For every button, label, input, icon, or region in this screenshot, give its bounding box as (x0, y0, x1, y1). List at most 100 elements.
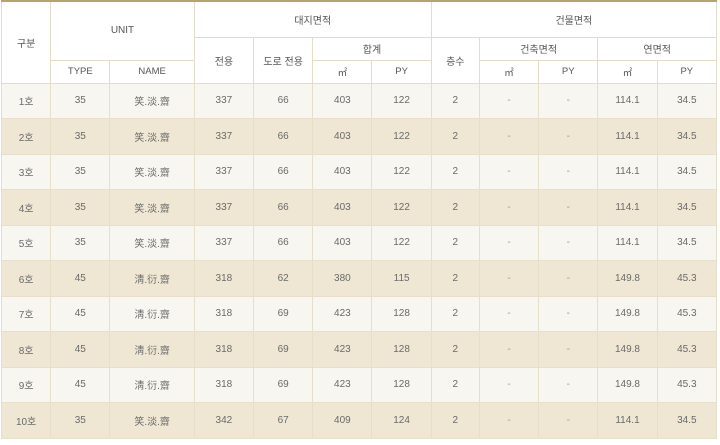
cell-total-py: 122 (371, 189, 432, 226)
header-exclusive: 전용 (193, 36, 255, 84)
cell-total-py: 128 (371, 295, 432, 332)
header-gubun: 구분 (0, 0, 52, 84)
cell-total-sqm: 403 (312, 189, 373, 226)
cell-floors: 2 (430, 402, 480, 439)
header-total-sqm: ㎡ (312, 59, 373, 84)
cell-total-sqm: 423 (312, 295, 373, 332)
cell-exclusive: 318 (193, 331, 255, 368)
area-table-container: 구분 UNIT 대지면적 건물면적 전용 도로 전용 합계 층수 건축면적 연면… (0, 0, 718, 445)
cell-name: 淸.衍.齋 (109, 366, 195, 403)
header-floor-py: PY (656, 59, 718, 84)
cell-building-py: - (538, 189, 599, 226)
cell-type: 45 (50, 366, 111, 403)
cell-total-py: 122 (371, 224, 432, 261)
cell-floor-py: 45.3 (656, 295, 718, 332)
cell-road: 69 (253, 331, 314, 368)
cell-floor-py: 34.5 (656, 118, 718, 155)
cell-type: 45 (50, 260, 111, 297)
cell-building-py: - (538, 331, 599, 368)
cell-building-sqm: - (478, 153, 540, 190)
table-row: 5호 35 笑.淡.齋 337 66 403 122 2 - - 114.1 3… (0, 224, 718, 261)
cell-floor-py: 34.5 (656, 224, 718, 261)
cell-floors: 2 (430, 295, 480, 332)
cell-building-py: - (538, 295, 599, 332)
cell-name: 淸.衍.齋 (109, 295, 195, 332)
cell-total-sqm: 380 (312, 260, 373, 297)
cell-unit: 2호 (0, 118, 52, 155)
cell-floor-sqm: 114.1 (597, 402, 658, 439)
cell-floor-py: 34.5 (656, 82, 718, 119)
table-row: 9호 45 淸.衍.齋 318 69 423 128 2 - - 149.8 4… (0, 366, 718, 403)
cell-building-py: - (538, 153, 599, 190)
area-table: 구분 UNIT 대지면적 건물면적 전용 도로 전용 합계 층수 건축면적 연면… (0, 0, 718, 439)
cell-name: 笑.淡.齋 (109, 189, 195, 226)
cell-floors: 2 (430, 331, 480, 368)
cell-floor-py: 34.5 (656, 402, 718, 439)
header-floors: 층수 (430, 36, 480, 84)
header-total-py: PY (371, 59, 432, 84)
cell-building-sqm: - (478, 260, 540, 297)
cell-type: 45 (50, 295, 111, 332)
cell-type: 35 (50, 153, 111, 190)
table-row: 3호 35 笑.淡.齋 337 66 403 122 2 - - 114.1 3… (0, 153, 718, 190)
cell-building-py: - (538, 366, 599, 403)
cell-road: 66 (253, 224, 314, 261)
cell-floors: 2 (430, 118, 480, 155)
cell-road: 66 (253, 118, 314, 155)
header-total: 합계 (312, 36, 432, 61)
header-unit: UNIT (50, 0, 195, 61)
cell-unit: 10호 (0, 402, 52, 439)
header-footprint-sqm: ㎡ (478, 59, 540, 84)
table-row: 10호 35 笑.淡.齋 342 67 409 124 2 - - 114.1 … (0, 402, 718, 439)
cell-building-py: - (538, 118, 599, 155)
cell-unit: 7호 (0, 295, 52, 332)
cell-total-sqm: 403 (312, 153, 373, 190)
cell-total-sqm: 423 (312, 331, 373, 368)
cell-unit: 1호 (0, 82, 52, 119)
table-row: 6호 45 淸.衍.齋 318 62 380 115 2 - - 149.8 4… (0, 260, 718, 297)
cell-name: 笑.淡.齋 (109, 153, 195, 190)
cell-floor-py: 34.5 (656, 189, 718, 226)
cell-building-py: - (538, 260, 599, 297)
header-floor-area: 연면적 (597, 36, 717, 61)
table-row: 2호 35 笑.淡.齋 337 66 403 122 2 - - 114.1 3… (0, 118, 718, 155)
cell-road: 66 (253, 189, 314, 226)
cell-exclusive: 318 (193, 260, 255, 297)
cell-exclusive: 318 (193, 366, 255, 403)
cell-unit: 9호 (0, 366, 52, 403)
cell-floors: 2 (430, 366, 480, 403)
cell-exclusive: 337 (193, 189, 255, 226)
header-name: NAME (109, 59, 195, 84)
cell-building-sqm: - (478, 118, 540, 155)
cell-building-sqm: - (478, 402, 540, 439)
table-row: 1호 35 笑.淡.齋 337 66 403 122 2 - - 114.1 3… (0, 82, 718, 119)
cell-floor-py: 45.3 (656, 260, 718, 297)
cell-total-py: 128 (371, 366, 432, 403)
cell-floor-sqm: 114.1 (597, 224, 658, 261)
cell-exclusive: 337 (193, 118, 255, 155)
cell-building-sqm: - (478, 189, 540, 226)
cell-type: 35 (50, 82, 111, 119)
cell-name: 淸.衍.齋 (109, 331, 195, 368)
cell-exclusive: 318 (193, 295, 255, 332)
table-row: 8호 45 淸.衍.齋 318 69 423 128 2 - - 149.8 4… (0, 331, 718, 368)
cell-floor-sqm: 114.1 (597, 82, 658, 119)
cell-total-py: 122 (371, 82, 432, 119)
cell-total-py: 122 (371, 118, 432, 155)
table-header: 구분 UNIT 대지면적 건물면적 전용 도로 전용 합계 층수 건축면적 연면… (0, 0, 718, 84)
header-land-area: 대지면적 (193, 0, 432, 38)
cell-floor-sqm: 114.1 (597, 189, 658, 226)
cell-name: 笑.淡.齋 (109, 82, 195, 119)
cell-building-py: - (538, 82, 599, 119)
cell-floors: 2 (430, 82, 480, 119)
cell-floor-py: 45.3 (656, 366, 718, 403)
cell-name: 笑.淡.齋 (109, 402, 195, 439)
cell-floor-sqm: 149.8 (597, 295, 658, 332)
cell-unit: 3호 (0, 153, 52, 190)
cell-unit: 5호 (0, 224, 52, 261)
cell-name: 笑.淡.齋 (109, 224, 195, 261)
cell-building-sqm: - (478, 366, 540, 403)
cell-building-py: - (538, 402, 599, 439)
cell-type: 35 (50, 402, 111, 439)
cell-building-sqm: - (478, 331, 540, 368)
